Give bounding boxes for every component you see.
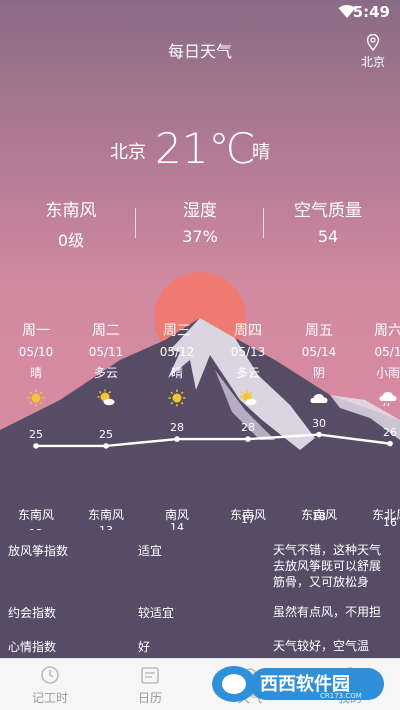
forecast-day[interactable]: 周五 05/14 阴: [283, 320, 355, 407]
index-description: 天气不错，这种天气去放风筝既可以舒展筋骨，又可放松身: [273, 543, 382, 589]
index-description: 天气较好，空气温: [273, 639, 370, 653]
rain-cloud-icon: [379, 392, 397, 407]
current-condition: 晴: [252, 142, 270, 163]
index-level: 适宜: [138, 544, 163, 558]
day-condition: 多云: [93, 366, 118, 380]
calendar-icon: [141, 667, 159, 684]
partly-cloudy-icon: [97, 389, 115, 406]
index-level: 较适宜: [138, 606, 175, 620]
index-name: 放风筝指数: [8, 544, 69, 558]
metric-label: 东南风: [45, 201, 97, 221]
metric-label: 湿度: [183, 201, 217, 221]
clock-icon: [41, 666, 59, 684]
life-indices: 放风筝指数 适宜 天气不错，这种天气去放风筝既可以舒展筋骨，又可放松身 约会指数…: [0, 530, 400, 660]
sun-icon: [168, 389, 186, 407]
metric-value: 54: [317, 227, 339, 246]
day-date: 05/1: [374, 345, 400, 359]
day-condition: 多云: [235, 366, 260, 380]
day-date: 05/14: [301, 345, 337, 359]
tab-calendar[interactable]: 日历: [110, 665, 190, 706]
day-date: 05/10: [18, 345, 54, 359]
index-name: 约会指数: [8, 606, 57, 620]
forecast-day[interactable]: 周三 05/12 晴: [141, 320, 213, 407]
day-condition: 小雨: [375, 366, 400, 380]
app-title: 每日天气: [167, 42, 232, 61]
day-date: 05/11: [88, 345, 124, 359]
watermark-logo: 西西软件园 CR173.COM: [212, 666, 384, 702]
high-temp-label: 28: [170, 421, 184, 435]
current-temperature: 21℃: [155, 124, 256, 173]
metric-value: 0级: [57, 231, 85, 250]
tab-label: 记工时: [31, 691, 68, 705]
status-time: 5:49: [352, 3, 390, 21]
day-date: 05/12: [159, 345, 195, 359]
metric-divider: [135, 208, 136, 238]
day-condition: 晴: [170, 366, 183, 380]
tab-work-hours[interactable]: 记工时: [10, 665, 90, 706]
index-level: 好: [138, 640, 151, 654]
high-temp-label: 25: [29, 427, 43, 441]
day-condition: 晴: [29, 366, 42, 380]
day-name: 周一: [22, 323, 50, 339]
high-temp-label: 28: [241, 421, 255, 435]
high-temp-point: [387, 440, 393, 447]
day-name: 周五: [305, 323, 333, 339]
metric-value: 37%: [182, 227, 218, 246]
metrics-row: 东南风 0级 湿度 37% 空气质量 54: [0, 196, 400, 250]
day-wind: 南风: [164, 508, 189, 522]
day-wind: 东北风: [371, 508, 400, 522]
index-description: 虽然有点风，不用担: [273, 605, 382, 619]
metric-humidity: 湿度 37%: [135, 196, 265, 246]
metric-divider: [263, 208, 264, 238]
day-date: 05/13: [230, 345, 266, 359]
high-temp-point: [245, 436, 251, 442]
day-wind: 东南风: [87, 508, 124, 522]
forecast-day[interactable]: 周二 05/11 多云: [70, 320, 142, 407]
high-temp-label: 26: [383, 425, 397, 439]
day-wind: 东南风: [300, 508, 337, 522]
metric-wind: 东南风 0级: [6, 196, 136, 251]
sun-icon: [27, 389, 45, 407]
location-label: 北京: [360, 55, 385, 69]
metric-label: 空气质量: [294, 201, 362, 221]
day-wind: 东南风: [17, 508, 54, 522]
cloud-icon: [310, 394, 328, 403]
high-temp-point: [103, 443, 109, 449]
high-temp-point: [174, 436, 180, 442]
day-name: 周三: [163, 323, 191, 339]
high-temp-label: 30: [312, 416, 326, 430]
day-name: 周四: [234, 323, 262, 339]
day-name: 周二: [92, 323, 120, 339]
weather-screen: 5:49 每日天气 北京 北京 21℃ 晴 东南风 0级 湿度 37% 空气质量…: [0, 0, 400, 710]
wind-row: 东南风 东南风 南风 东南风 东南风 东北风: [0, 506, 400, 526]
high-temp-point: [316, 431, 322, 438]
partly-cloudy-icon: [239, 389, 257, 406]
status-bar: 5:49: [0, 0, 400, 26]
forecast-day[interactable]: 周四 05/13 多云: [212, 320, 284, 407]
metric-air-quality: 空气质量 54: [263, 196, 393, 246]
location-pin-icon: [366, 34, 380, 51]
watermark-subtext: CR173.COM: [320, 692, 362, 700]
forecast-day[interactable]: 周一 05/10 晴: [0, 320, 72, 407]
tab-label: 日历: [137, 691, 162, 705]
forecast-day[interactable]: 周六 05/1 小雨: [352, 320, 400, 407]
day-wind: 东南风: [229, 508, 266, 522]
high-temp-point: [33, 443, 39, 449]
index-name: 心情指数: [8, 640, 57, 654]
day-condition: 阴: [312, 366, 325, 380]
location-button[interactable]: 北京: [356, 34, 390, 70]
high-temp-label: 25: [99, 427, 113, 441]
current-city: 北京: [110, 142, 146, 163]
day-name: 周六: [374, 323, 400, 339]
temperature-chart: [33, 431, 393, 449]
current-weather: 北京 21℃ 晴: [0, 124, 400, 174]
